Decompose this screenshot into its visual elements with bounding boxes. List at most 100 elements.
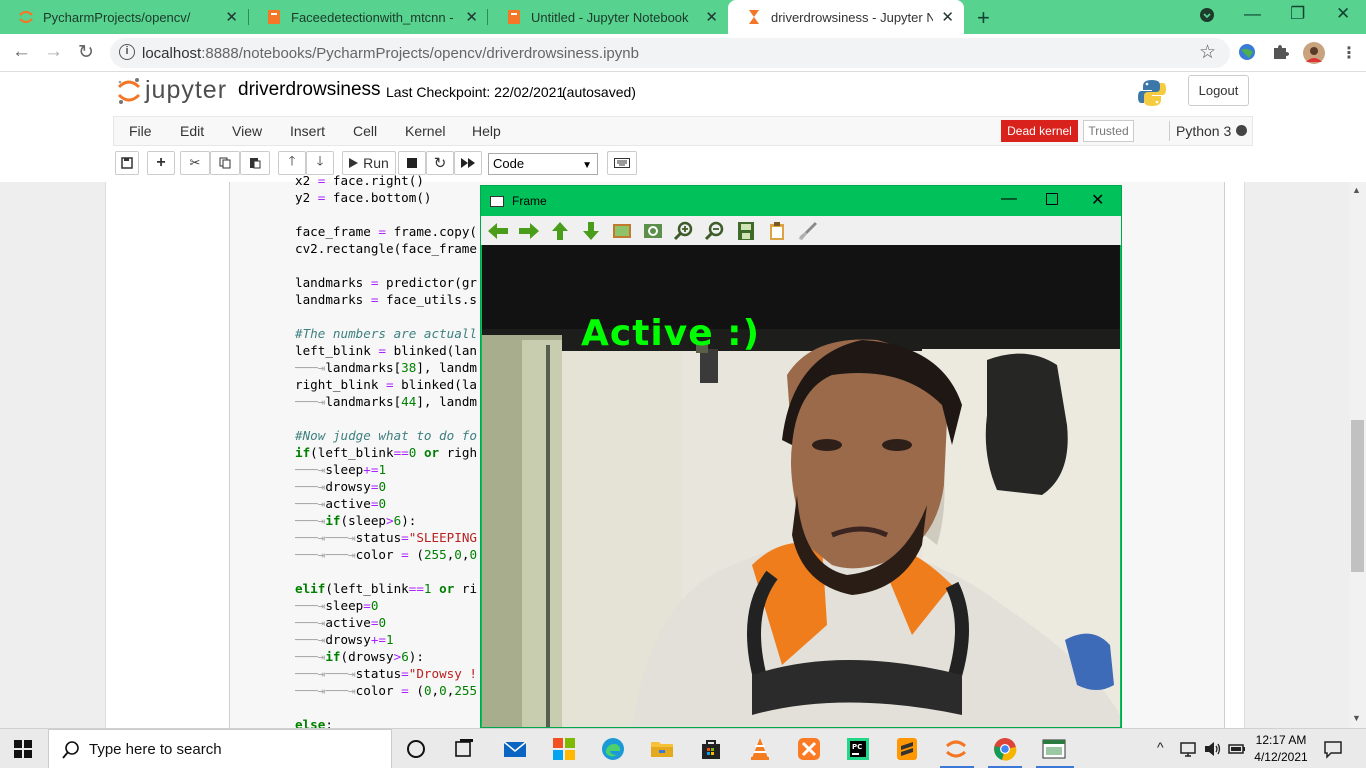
copy-icon xyxy=(219,157,231,169)
save-button[interactable] xyxy=(115,151,139,175)
restore-icon[interactable]: ❐ xyxy=(1290,4,1305,24)
chrome-icon[interactable] xyxy=(993,737,1017,761)
tab-driverdrowsiness[interactable]: driverdrowsiness - Jupyter Noteb ✕ xyxy=(728,0,964,34)
code-line: landmarks = face_utils.s xyxy=(295,292,477,307)
code-line: landmarks[44], landm xyxy=(325,394,478,409)
properties-brush-icon[interactable] xyxy=(797,221,819,241)
menu-view[interactable]: View xyxy=(232,123,262,139)
tab-title: Faceedetectionwith_mtcnn - Jup xyxy=(291,9,457,25)
frame-titlebar[interactable]: Frame xyxy=(481,186,1121,216)
arrow-down-icon: 🡓 xyxy=(316,153,324,168)
jupyter-logo[interactable]: jupyter xyxy=(117,75,227,105)
volume-icon[interactable] xyxy=(1203,739,1223,759)
show-hidden-icons-icon[interactable]: ^ xyxy=(1157,739,1164,755)
save-image-icon[interactable] xyxy=(735,221,757,241)
bookmark-star-icon[interactable]: ☆ xyxy=(1199,41,1216,64)
trusted-badge[interactable]: Trusted xyxy=(1083,120,1134,142)
pan-down-icon[interactable] xyxy=(580,221,602,241)
windows-start-icon[interactable] xyxy=(14,740,32,758)
code-line: right_blink = blinked(la xyxy=(295,377,477,392)
notifications-icon[interactable] xyxy=(1323,739,1343,759)
dead-kernel-badge[interactable]: Dead kernel xyxy=(1001,120,1078,142)
new-tab-button[interactable]: + xyxy=(977,5,990,31)
network-icon[interactable] xyxy=(1179,739,1199,759)
forward-icon[interactable]: → xyxy=(44,41,63,63)
scroll-up-icon[interactable]: ▲ xyxy=(1352,185,1361,195)
menu-help[interactable]: Help xyxy=(472,123,501,139)
taskbar-clock[interactable]: 12:17 AM 4/12/2021 xyxy=(1252,732,1310,766)
zoom-out-icon[interactable] xyxy=(704,221,726,241)
save-icon xyxy=(121,157,133,169)
scrollbar-thumb[interactable] xyxy=(1351,420,1364,572)
extension-globe-icon[interactable] xyxy=(1238,43,1256,66)
profile-avatar[interactable] xyxy=(1303,42,1325,69)
pycharm-icon[interactable]: PC xyxy=(846,737,870,761)
tab-facedetection[interactable]: Faceedetectionwith_mtcnn - Jup ✕ xyxy=(248,0,488,34)
insert-cell-button[interactable]: + xyxy=(147,151,175,175)
code-editor[interactable]: x2 = face.right() y2 = face.bottom() fac… xyxy=(295,172,477,733)
battery-icon[interactable] xyxy=(1227,739,1247,759)
scroll-down-icon[interactable]: ▼ xyxy=(1352,713,1361,723)
zoom-original-icon[interactable] xyxy=(642,221,664,241)
xampp-icon[interactable] xyxy=(797,737,821,761)
menu-file[interactable]: File xyxy=(129,123,152,139)
reload-icon[interactable]: ↻ xyxy=(78,41,94,64)
more-menu-icon[interactable]: ⋮ xyxy=(1341,43,1357,63)
url-host: localhost xyxy=(142,44,202,62)
tab-search-icon[interactable] xyxy=(1199,7,1215,28)
file-explorer-icon[interactable] xyxy=(650,737,674,761)
jupyter-taskbar-icon[interactable] xyxy=(944,737,968,761)
paste-button[interactable] xyxy=(240,151,270,175)
code-line: drowsy=0 xyxy=(325,479,387,494)
close-tab-icon[interactable]: ✕ xyxy=(225,8,238,26)
frame-minimize-icon[interactable]: — xyxy=(1001,190,1017,208)
site-info-icon[interactable]: i xyxy=(119,44,135,60)
frame-close-icon[interactable]: ✕ xyxy=(1091,190,1104,210)
restart-icon: ↻ xyxy=(433,155,447,172)
zoom-in-icon[interactable] xyxy=(673,221,695,241)
back-icon[interactable]: ← xyxy=(12,41,31,63)
store-bag-icon[interactable] xyxy=(699,737,723,761)
microsoft-store-grid-icon[interactable] xyxy=(552,737,576,761)
close-tab-icon[interactable]: ✕ xyxy=(465,8,478,26)
zoom-fit-icon[interactable] xyxy=(611,221,633,241)
camera-view[interactable]: Active :) xyxy=(482,245,1120,727)
jupyter-notebook-icon xyxy=(508,10,520,24)
notebook-name[interactable]: driverdrowsiness xyxy=(238,79,381,101)
copy-button[interactable] xyxy=(210,151,240,175)
opencv-window-icon[interactable] xyxy=(1042,737,1066,761)
close-window-icon[interactable]: ✕ xyxy=(1336,4,1350,24)
code-line: (sleep>6): xyxy=(340,513,417,528)
command-palette-button[interactable] xyxy=(607,151,637,175)
window-app-icon xyxy=(490,195,504,207)
cut-button[interactable]: ✂ xyxy=(180,151,210,175)
menu-edit[interactable]: Edit xyxy=(180,123,204,139)
vlc-icon[interactable] xyxy=(748,737,772,761)
cell-type-select[interactable]: Code ▼ xyxy=(488,153,598,175)
copy-clipboard-icon[interactable] xyxy=(766,221,788,241)
opencv-frame-window[interactable]: Frame — ✕ Active:) xyxy=(480,185,1122,728)
menu-insert[interactable]: Insert xyxy=(290,123,325,139)
pan-up-icon[interactable] xyxy=(549,221,571,241)
tab-untitled[interactable]: Untitled - Jupyter Notebook ✕ xyxy=(488,0,728,34)
menu-kernel[interactable]: Kernel xyxy=(405,123,445,139)
task-view-icon[interactable] xyxy=(452,737,476,761)
sublime-text-icon[interactable] xyxy=(895,737,919,761)
close-tab-icon[interactable]: ✕ xyxy=(705,8,718,26)
mail-icon[interactable] xyxy=(503,737,527,761)
menu-cell[interactable]: Cell xyxy=(353,123,377,139)
chevron-down-icon: ▼ xyxy=(582,160,592,171)
tab-pycharm-projects[interactable]: PycharmProjects/opencv/ ✕ xyxy=(0,0,248,34)
logout-button[interactable]: Logout xyxy=(1188,75,1249,106)
search-icon xyxy=(62,741,79,759)
cortana-icon[interactable] xyxy=(404,737,428,761)
taskbar-search-box[interactable]: Type here to search xyxy=(48,729,392,768)
pan-right-icon[interactable] xyxy=(518,221,540,241)
edge-browser-icon[interactable] xyxy=(601,737,625,761)
minimize-icon[interactable]: — xyxy=(1244,4,1261,24)
pan-left-icon[interactable] xyxy=(487,221,509,241)
frame-maximize-icon[interactable] xyxy=(1046,192,1058,210)
close-tab-icon[interactable]: ✕ xyxy=(941,8,954,26)
url-field[interactable]: i localhost:8888/notebooks/PycharmProjec… xyxy=(110,38,1230,68)
extensions-puzzle-icon[interactable] xyxy=(1271,43,1289,66)
